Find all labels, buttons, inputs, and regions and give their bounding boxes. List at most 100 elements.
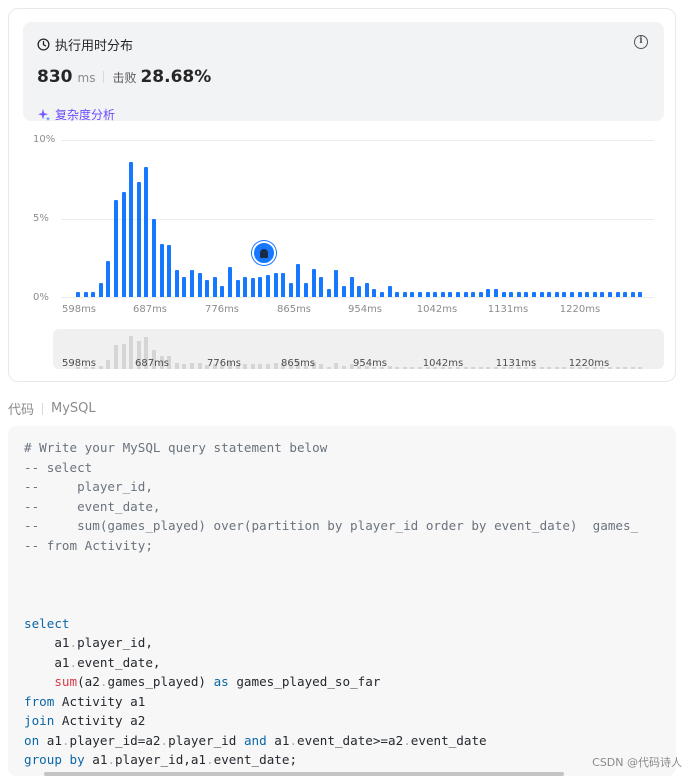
chart-bar[interactable] — [570, 292, 574, 297]
runtime-value: 830 — [37, 67, 73, 87]
chart-bar[interactable] — [129, 161, 134, 297]
minimap-tick-label: 865ms — [280, 358, 316, 369]
chart-bar[interactable] — [471, 292, 476, 297]
chart-bar[interactable] — [615, 292, 620, 297]
code-line: join Activity a2 — [24, 713, 146, 728]
chart-bar[interactable] — [167, 245, 172, 297]
code-line: -- select — [24, 459, 93, 475]
complexity-analysis-link[interactable]: 复杂度分析 — [37, 106, 115, 123]
chart-bar[interactable] — [258, 276, 263, 297]
chart-bar[interactable] — [372, 289, 377, 297]
chart-bar[interactable] — [562, 292, 567, 297]
current-submission-marker[interactable] — [252, 241, 276, 265]
info-icon[interactable]: i — [634, 35, 648, 49]
chart-bar[interactable] — [410, 292, 415, 297]
chart-bar[interactable] — [585, 292, 590, 297]
chart-bar[interactable] — [342, 286, 346, 297]
chart-bar[interactable] — [228, 267, 232, 297]
chart-bar[interactable] — [494, 289, 498, 297]
minimap-bar — [410, 367, 415, 369]
chart-bar[interactable] — [304, 282, 308, 297]
minimap-bar — [121, 343, 126, 369]
minimap-bar — [258, 364, 263, 369]
chart-bar[interactable] — [395, 292, 400, 297]
chart-bar[interactable] — [600, 292, 605, 297]
chart-bar[interactable] — [106, 260, 111, 297]
chart-bar[interactable] — [114, 199, 118, 297]
chart-bar[interactable] — [174, 270, 179, 297]
chart-bar[interactable] — [539, 292, 544, 297]
chart-bar[interactable] — [554, 292, 559, 297]
horizontal-scrollbar[interactable] — [44, 772, 564, 776]
minimap-bar — [638, 367, 643, 369]
code-tab[interactable]: 代码 — [8, 399, 34, 418]
chart-bar[interactable] — [524, 292, 529, 297]
chart-bar[interactable] — [144, 166, 149, 297]
chart-bar[interactable] — [364, 282, 369, 297]
chart-bar[interactable] — [501, 292, 506, 297]
chart-bar[interactable] — [509, 292, 514, 297]
chart-bar[interactable] — [152, 218, 156, 297]
chart-bar[interactable] — [380, 292, 384, 297]
chart-bar[interactable] — [266, 275, 270, 297]
chart-bar[interactable] — [532, 292, 536, 297]
sparkle-icon — [38, 108, 51, 121]
chart-bar[interactable] — [136, 182, 141, 297]
chart-bar[interactable] — [273, 273, 278, 297]
code-block[interactable]: # Write your MySQL query statement below… — [8, 426, 676, 776]
chart-bar[interactable] — [592, 292, 597, 297]
chart-bar[interactable] — [220, 286, 225, 297]
beat-label: 击败 — [112, 71, 137, 85]
chart-bar[interactable] — [456, 292, 460, 297]
chart-bar[interactable] — [463, 292, 468, 297]
chart-bar[interactable] — [448, 292, 453, 297]
chart-bar[interactable] — [296, 264, 301, 297]
chart-bar[interactable] — [326, 289, 331, 297]
chart-bar[interactable] — [357, 286, 362, 297]
gridline — [61, 140, 654, 141]
chart-bar[interactable] — [516, 292, 521, 297]
minimap-bar — [326, 367, 331, 369]
chart-bar[interactable] — [182, 276, 187, 297]
chart-bar[interactable] — [630, 292, 635, 297]
chart-bar[interactable] — [608, 292, 612, 297]
chart-bar[interactable] — [190, 270, 194, 297]
minimap-bar — [478, 367, 483, 369]
chart-bar[interactable] — [311, 268, 316, 297]
watermark: CSDN @代码诗人 — [592, 756, 682, 769]
chart-bar[interactable] — [121, 191, 126, 297]
chart-bar[interactable] — [440, 292, 445, 297]
chart-bar[interactable] — [418, 292, 422, 297]
chart-bar[interactable] — [98, 282, 103, 297]
chart-bar[interactable] — [349, 276, 354, 297]
chart-bar[interactable] — [212, 276, 217, 297]
chart-bar[interactable] — [577, 292, 582, 297]
chart-bar[interactable] — [281, 273, 286, 297]
chart-bar[interactable] — [319, 276, 324, 297]
chart-bar[interactable] — [425, 292, 430, 297]
chart-bar[interactable] — [243, 276, 248, 297]
chart-bar[interactable] — [83, 292, 88, 297]
minimap-tick-label: 1220ms — [568, 358, 610, 369]
chart-bar[interactable] — [433, 292, 438, 297]
chart-bar[interactable] — [250, 278, 255, 297]
chart-bar[interactable] — [334, 270, 339, 297]
chart-bar[interactable] — [197, 273, 202, 297]
chart-bar[interactable] — [387, 286, 392, 297]
chart-bar[interactable] — [486, 289, 491, 297]
chart-bar[interactable] — [205, 279, 210, 297]
chart-bar[interactable] — [235, 279, 240, 297]
chart-bar[interactable] — [478, 292, 483, 297]
chart-bar[interactable] — [402, 292, 407, 297]
chart-bar[interactable] — [638, 292, 643, 297]
chart-bar[interactable] — [76, 292, 80, 297]
chart-bar[interactable] — [547, 292, 552, 297]
chart-bar[interactable] — [159, 243, 164, 297]
chart-bar[interactable] — [91, 292, 96, 297]
complexity-analysis-label: 复杂度分析 — [55, 108, 116, 122]
runtime-title: 执行用时分布 — [37, 35, 133, 54]
chart-range-slider[interactable]: 598ms 687ms 776ms 865ms 954ms 1042ms 1131ms 122… — [53, 329, 664, 369]
chart-bar[interactable] — [288, 282, 293, 297]
chart-bar[interactable] — [623, 292, 628, 297]
